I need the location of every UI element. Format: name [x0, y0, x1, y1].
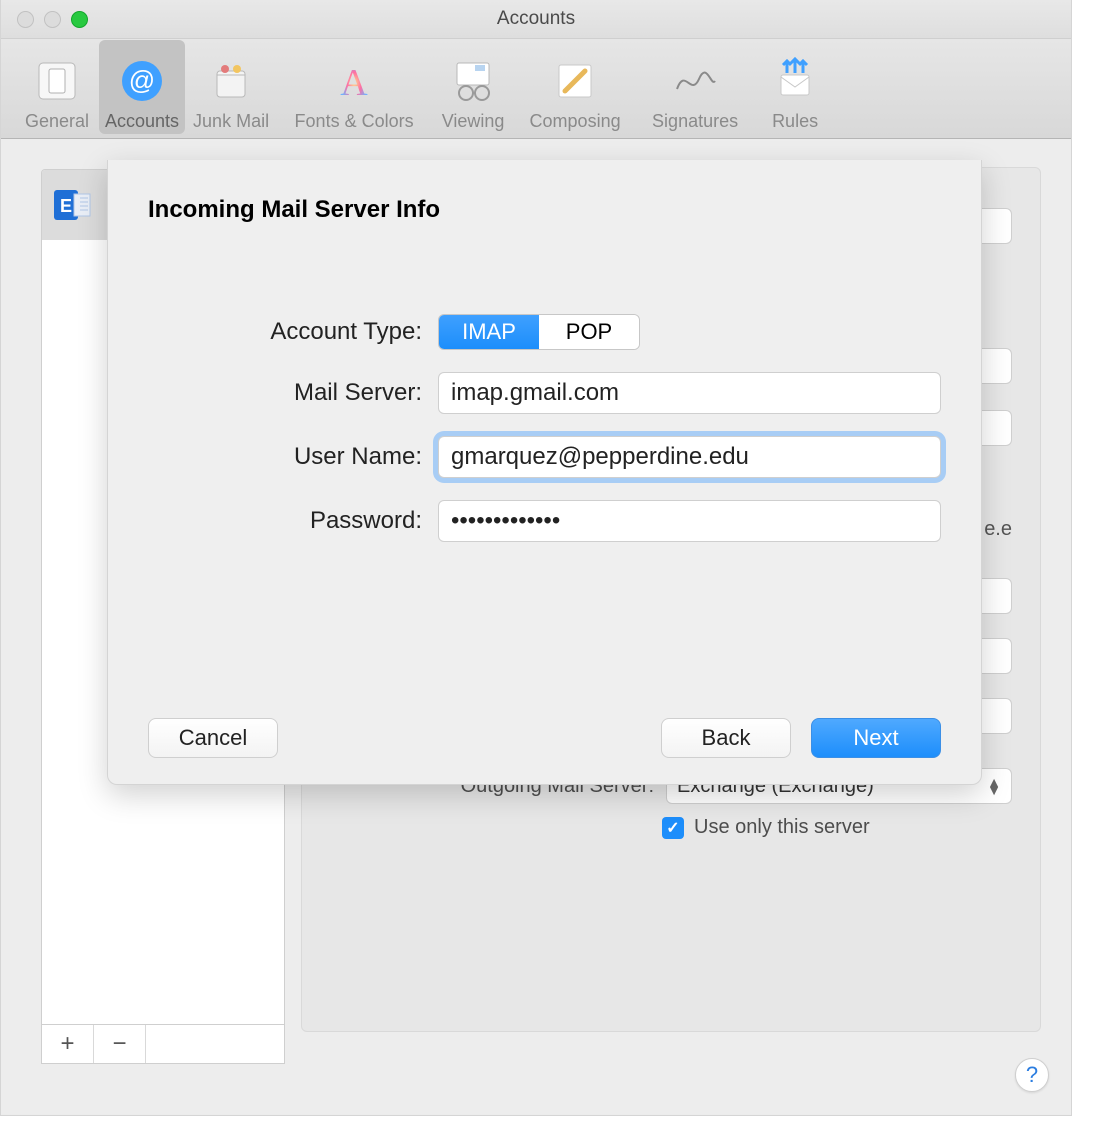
- user-name-label: User Name:: [148, 443, 438, 471]
- tab-label: Accounts: [105, 111, 179, 132]
- mail-server-input[interactable]: [438, 372, 941, 414]
- sheet-buttons: Cancel Back Next: [148, 718, 941, 758]
- tab-label: Composing: [530, 111, 621, 132]
- titlebar: Accounts: [1, 0, 1071, 39]
- cancel-button[interactable]: Cancel: [148, 718, 278, 758]
- tab-composing[interactable]: Composing: [515, 40, 635, 134]
- tab-viewing[interactable]: Viewing: [433, 40, 513, 134]
- tab-label: General: [25, 111, 89, 132]
- back-button[interactable]: Back: [661, 718, 791, 758]
- sheet-title: Incoming Mail Server Info: [148, 196, 941, 224]
- tab-label: Viewing: [442, 111, 505, 132]
- row-password: Password:: [148, 500, 941, 542]
- account-type-label: Account Type:: [148, 318, 438, 346]
- tab-junk-mail[interactable]: Junk Mail: [187, 40, 275, 134]
- junk-icon: [207, 57, 255, 105]
- tab-label: Fonts & Colors: [295, 111, 414, 132]
- tab-label: Signatures: [652, 111, 738, 132]
- account-type-pop[interactable]: POP: [539, 315, 639, 349]
- password-input[interactable]: [438, 500, 941, 542]
- bg-peek-text: e.e: [984, 518, 1012, 541]
- signatures-icon: [671, 57, 719, 105]
- viewing-icon: [449, 57, 497, 105]
- next-button[interactable]: Next: [811, 718, 941, 758]
- tab-fonts-colors[interactable]: A Fonts & Colors: [277, 40, 431, 134]
- composing-icon: [551, 57, 599, 105]
- rules-icon: [771, 57, 819, 105]
- mail-server-label: Mail Server:: [148, 379, 438, 407]
- tab-label: Junk Mail: [193, 111, 269, 132]
- add-account-button[interactable]: +: [42, 1025, 94, 1063]
- remove-account-button[interactable]: −: [94, 1025, 146, 1063]
- tab-accounts[interactable]: @ Accounts: [99, 40, 185, 134]
- fonts-colors-icon: A: [330, 57, 378, 105]
- window-title: Accounts: [1, 8, 1071, 30]
- prefs-toolbar: General @ Accounts Junk Mail A Fonts & C…: [1, 39, 1071, 139]
- exchange-icon: E: [52, 184, 94, 226]
- row-account-type: Account Type: IMAP POP: [148, 314, 941, 350]
- row-user-name: User Name:: [148, 436, 941, 478]
- help-icon: ?: [1026, 1062, 1038, 1088]
- svg-text:A: A: [340, 62, 368, 104]
- accounts-list-buttons: + −: [41, 1024, 285, 1064]
- row-mail-server: Mail Server:: [148, 372, 941, 414]
- general-icon: [33, 57, 81, 105]
- tab-rules[interactable]: Rules: [755, 40, 835, 134]
- account-type-segmented: IMAP POP: [438, 314, 640, 350]
- svg-text:@: @: [129, 65, 155, 95]
- incoming-server-sheet: Incoming Mail Server Info Account Type: …: [107, 160, 982, 785]
- password-label: Password:: [148, 507, 438, 535]
- preferences-window: Accounts General @ Accounts Junk Mail A: [0, 0, 1072, 1116]
- account-type-imap[interactable]: IMAP: [439, 315, 539, 349]
- tab-signatures[interactable]: Signatures: [637, 40, 753, 134]
- list-button-spacer: [146, 1025, 284, 1063]
- tab-label: Rules: [772, 111, 818, 132]
- accounts-icon: @: [118, 57, 166, 105]
- help-button[interactable]: ?: [1015, 1058, 1049, 1092]
- use-only-server-checkbox[interactable]: ✓: [662, 817, 684, 839]
- tab-general[interactable]: General: [17, 40, 97, 134]
- use-only-server-label: Use only this server: [694, 816, 870, 839]
- user-name-input[interactable]: [438, 436, 941, 478]
- combo-arrows-icon: ▲▼: [987, 778, 1001, 794]
- svg-text:E: E: [60, 196, 72, 216]
